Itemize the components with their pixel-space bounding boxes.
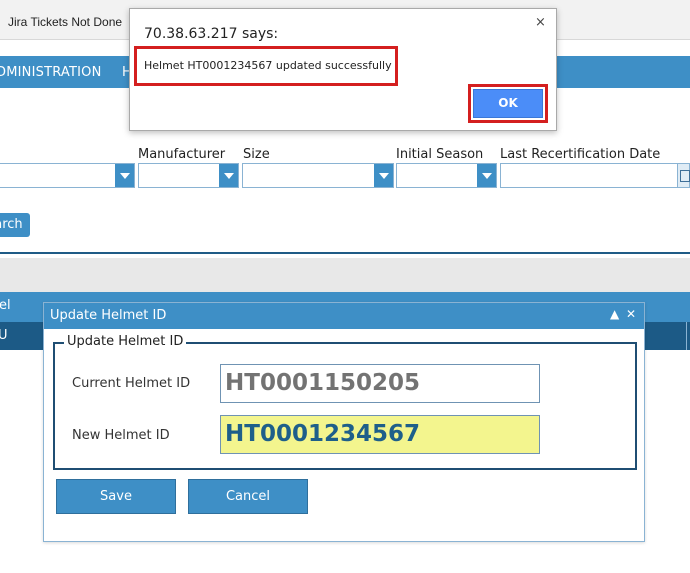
filter-select-first[interactable] [0,163,135,188]
toolbar-band [0,258,690,292]
section-divider [0,252,690,254]
grid-row-fragment: U [0,328,8,343]
browser-alert: 70.38.63.217 says: × Helmet HT0001234567… [129,8,557,131]
filter-label-size: Size [243,147,270,162]
ok-button[interactable]: OK [473,89,543,118]
bookmarks-bar-right [556,6,690,34]
cancel-button[interactable]: Cancel [188,479,308,514]
search-button-label: Search [0,217,23,232]
alert-message: Helmet HT0001234567 updated successfully [144,59,392,72]
fieldset-legend: Update Helmet ID [64,334,187,349]
new-helmet-id-label: New Helmet ID [72,428,170,443]
current-helmet-id-label: Current Helmet ID [72,376,191,391]
new-helmet-id-field[interactable]: HT0001234567 [220,415,540,454]
filter-label-last-recertification-date: Last Recertification Date [500,147,661,162]
close-icon[interactable]: ✕ [626,307,636,321]
initial-season-select[interactable] [396,163,497,188]
search-button[interactable]: Search [0,213,30,237]
bookmark-jira-tickets[interactable]: Jira Tickets Not Done [8,15,122,29]
chevron-down-icon[interactable] [374,164,393,187]
close-icon[interactable]: × [535,15,546,30]
current-helmet-id-field[interactable]: HT0001150205 [220,364,540,403]
last-recertification-date-input[interactable] [500,163,690,188]
update-helmet-fieldset: Update Helmet ID Current Helmet ID HT000… [53,334,637,470]
chevron-down-icon[interactable] [115,164,134,187]
filter-label-initial-season: Initial Season [396,147,484,162]
update-helmet-dialog: Update Helmet ID ▲ ✕ Update Helmet ID Cu… [43,302,645,542]
alert-origin: 70.38.63.217 says: [144,26,279,42]
grid-row-edge [686,322,687,350]
dialog-titlebar[interactable]: Update Helmet ID ▲ ✕ [44,303,644,329]
nav-item-administration[interactable]: DMINISTRATION [0,65,102,80]
chevron-down-icon[interactable] [477,164,496,187]
size-select[interactable] [242,163,394,188]
save-button[interactable]: Save [56,479,176,514]
manufacturer-select[interactable] [138,163,239,188]
grid-header-fragment: el [0,298,11,313]
dialog-title: Update Helmet ID [50,308,167,323]
calendar-icon[interactable] [677,164,690,187]
chevron-down-icon[interactable] [219,164,238,187]
filter-label-manufacturer: Manufacturer [138,147,226,162]
collapse-icon[interactable]: ▲ [610,307,619,321]
